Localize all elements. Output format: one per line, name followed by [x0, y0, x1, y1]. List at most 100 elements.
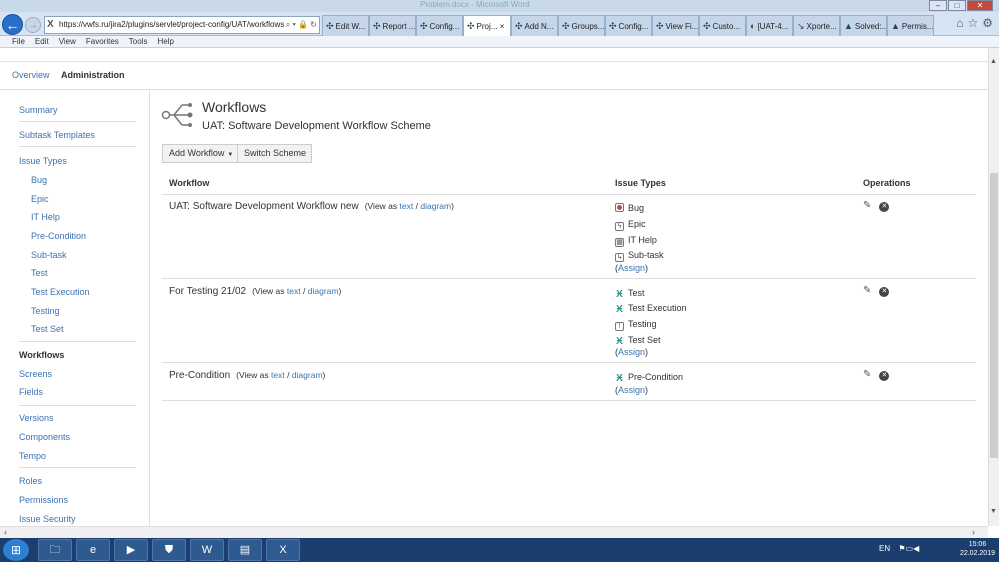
delete-icon[interactable]: ✕: [879, 287, 890, 297]
switch-scheme-button[interactable]: Switch Scheme: [237, 144, 312, 163]
scrollbar-thumb[interactable]: [990, 173, 998, 458]
sidebar-item-issue-types[interactable]: Issue Types: [19, 156, 67, 166]
sidebar-item-issue-security[interactable]: Issue Security: [19, 514, 76, 524]
back-arrow-icon[interactable]: ←: [2, 14, 23, 35]
scroll-left-icon[interactable]: ‹: [4, 527, 7, 537]
vertical-scrollbar[interactable]: ▲ ▼: [988, 48, 999, 526]
menu-help[interactable]: Help: [157, 36, 173, 47]
assign-link[interactable]: Assign: [618, 263, 645, 273]
sidebar-item-permissions[interactable]: Permissions: [19, 495, 68, 505]
browser-tab[interactable]: ✣ Config...: [416, 15, 463, 36]
sidebar-item-tempo[interactable]: Tempo: [19, 451, 46, 461]
browser-tab[interactable]: ✣ Config...: [605, 15, 652, 36]
tab-administration[interactable]: Administration: [61, 70, 125, 80]
horizontal-scrollbar[interactable]: ‹ ›: [0, 526, 988, 538]
excel-taskbar-icon[interactable]: X: [266, 539, 300, 561]
view-diagram-link[interactable]: diagram: [292, 370, 323, 380]
sidebar-item-workflows[interactable]: Workflows: [19, 350, 64, 360]
browser-tab[interactable]: ✣ View Fi...: [652, 15, 699, 36]
browser-tab[interactable]: ✣ Report ...: [369, 15, 416, 36]
browser-tab[interactable]: ▲ Solved:...: [840, 15, 887, 36]
sidebar-subitem-sub-task[interactable]: Sub-task: [31, 250, 67, 260]
settings-gear-icon[interactable]: ⚙: [982, 16, 993, 30]
assign-link-wrapper: (Assign): [615, 385, 649, 395]
subtask-icon: ↳: [615, 253, 624, 262]
view-diagram-link[interactable]: diagram: [308, 286, 339, 296]
browser-tab[interactable]: ↘ Xporte...: [793, 15, 840, 36]
sidebar-item-roles[interactable]: Roles: [19, 476, 42, 486]
browser-tab[interactable]: ▲ Permis...: [887, 15, 934, 36]
browser-tab-active[interactable]: ✣ Proj... ×: [463, 15, 511, 36]
sidebar-item-summary[interactable]: Summary: [19, 105, 58, 115]
favorites-star-icon[interactable]: ☆: [967, 16, 978, 30]
view-text-link[interactable]: text: [271, 370, 285, 380]
menu-file[interactable]: File: [12, 36, 25, 47]
explorer-taskbar-icon[interactable]: 🗀: [38, 539, 72, 561]
clock[interactable]: 15:06 22.02.2019: [960, 540, 995, 558]
view-text-link[interactable]: text: [400, 201, 414, 211]
menu-favorites[interactable]: Favorites: [86, 36, 119, 47]
browser-tab[interactable]: ✣ Edit W...: [322, 15, 369, 36]
media-player-taskbar-icon[interactable]: ▶: [114, 539, 148, 561]
tray-flag-icon[interactable]: ⚑: [898, 544, 905, 553]
scroll-down-icon[interactable]: ▼: [990, 508, 997, 515]
browser-tab[interactable]: ✣ Custo...: [699, 15, 746, 36]
home-icon[interactable]: ⌂: [956, 16, 963, 30]
close-window-button[interactable]: ✕: [967, 0, 993, 11]
address-bar[interactable]: X https://vwfs.ru/jira2/plugins/servlet/…: [44, 16, 320, 34]
sidebar-subitem-bug[interactable]: Bug: [31, 175, 47, 185]
menu-view[interactable]: View: [59, 36, 76, 47]
sidebar-item-screens[interactable]: Screens: [19, 369, 52, 379]
language-indicator[interactable]: EN: [879, 544, 890, 553]
scroll-right-icon[interactable]: ›: [972, 527, 975, 537]
sidebar-subitem-test[interactable]: Test: [31, 268, 48, 278]
start-button-icon[interactable]: ⊞: [3, 539, 29, 561]
tray-volume-icon[interactable]: ◀: [913, 544, 919, 553]
tab-favicon-icon: ✣: [656, 21, 664, 31]
sidebar-subitem-epic[interactable]: Epic: [31, 194, 49, 204]
sidebar-item-versions[interactable]: Versions: [19, 413, 54, 423]
sidebar-divider: [19, 121, 136, 122]
sidebar-divider: [19, 467, 136, 468]
page-top-strip: [0, 48, 988, 62]
menu-tools[interactable]: Tools: [129, 36, 148, 47]
view-diagram-link[interactable]: diagram: [420, 201, 451, 211]
browser-tab[interactable]: ✣ Add N...: [511, 15, 558, 36]
scroll-up-icon[interactable]: ▲: [990, 58, 997, 65]
browser-tab[interactable]: ✣ Groups...: [558, 15, 605, 36]
browser-tab[interactable]: ◐ [UAT-4...: [746, 15, 793, 36]
add-workflow-button[interactable]: Add Workflow ▼: [162, 144, 238, 163]
issue-type-item: ▦ IT Help: [615, 235, 657, 247]
sidebar-subitem-testing[interactable]: Testing: [31, 306, 60, 316]
pdf-taskbar-icon[interactable]: ⛊: [152, 539, 186, 561]
maximize-button[interactable]: □: [948, 0, 966, 11]
sidebar-item-subtask-templates[interactable]: Subtask Templates: [19, 130, 95, 140]
minimize-button[interactable]: –: [929, 0, 947, 11]
sidebar-subitem-test-set[interactable]: Test Set: [31, 324, 64, 334]
tab-overview[interactable]: Overview: [12, 70, 50, 80]
delete-icon[interactable]: ✕: [879, 202, 890, 212]
sidebar-subitem-test-execution[interactable]: Test Execution: [31, 287, 90, 297]
delete-icon[interactable]: ✕: [879, 371, 890, 381]
sidebar-subitem-it-help[interactable]: IT Help: [31, 212, 60, 222]
sidebar-item-fields[interactable]: Fields: [19, 387, 43, 397]
test-set-icon: Ӿ: [616, 336, 623, 347]
edit-pencil-icon[interactable]: ✎: [863, 285, 871, 296]
menu-edit[interactable]: Edit: [35, 36, 49, 47]
row-operations: ✎ ✕: [863, 200, 890, 212]
assign-link[interactable]: Assign: [618, 385, 645, 395]
sidebar-item-components[interactable]: Components: [19, 432, 70, 442]
assign-link[interactable]: Assign: [618, 347, 645, 357]
edit-pencil-icon[interactable]: ✎: [863, 200, 871, 211]
ie-taskbar-icon[interactable]: e: [76, 539, 110, 561]
word-taskbar-icon[interactable]: W: [190, 539, 224, 561]
view-text-link[interactable]: text: [287, 286, 301, 296]
page-title: Workflows: [202, 99, 267, 115]
tab-close-icon[interactable]: ×: [500, 22, 505, 31]
sidebar-subitem-pre-condition[interactable]: Pre-Condition: [31, 231, 86, 241]
edit-pencil-icon[interactable]: ✎: [863, 369, 871, 380]
address-controls[interactable]: ⌕ ▾ 🔒 ↻: [283, 17, 317, 33]
tray-network-icon[interactable]: ▭: [906, 544, 914, 553]
project-taskbar-icon[interactable]: ▤: [228, 539, 262, 561]
forward-arrow-icon[interactable]: →: [25, 17, 41, 33]
